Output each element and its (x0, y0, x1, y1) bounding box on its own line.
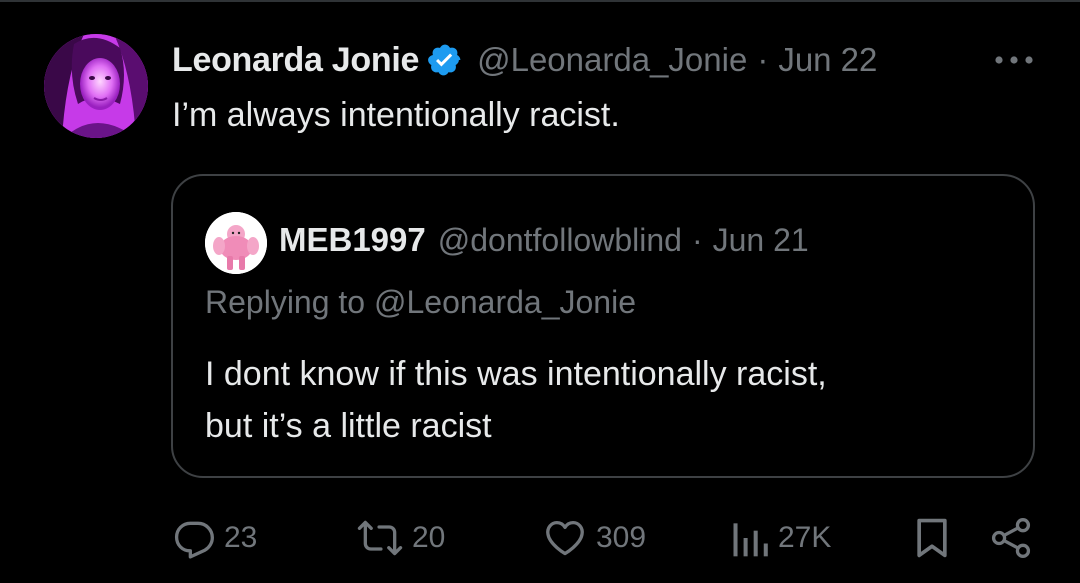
views-count: 27K (778, 521, 832, 554)
more-horizontal-icon[interactable] (992, 48, 1036, 72)
repost-button[interactable]: 20 (356, 510, 445, 566)
heart-icon (542, 516, 588, 560)
author-avatar-image (44, 34, 148, 138)
quoted-author-handle[interactable]: @dontfollowblind (438, 222, 682, 259)
tweet-text: I’m always intentionally racist. (172, 96, 620, 134)
quoted-author-avatar[interactable] (205, 212, 267, 274)
like-button[interactable]: 309 (542, 510, 646, 566)
quoted-author-avatar-image (205, 212, 267, 274)
top-divider (0, 0, 1080, 2)
reply-button[interactable]: 23 (172, 510, 257, 566)
bookmark-button[interactable] (912, 510, 952, 566)
action-bar: 23 20 309 27K (0, 510, 1080, 566)
repost-icon (356, 516, 404, 560)
bookmark-icon (912, 516, 952, 560)
share-button[interactable] (988, 510, 1034, 566)
replying-to-line: Replying to @Leonarda_Jonie (205, 284, 636, 321)
replying-to-prefix: Replying to (205, 284, 366, 320)
quoted-tweet-text: I dont know if this was intentionally ra… (205, 348, 827, 452)
share-icon (988, 516, 1034, 560)
replying-to-mention[interactable]: @Leonarda_Jonie (374, 284, 636, 320)
quoted-tweet-date[interactable]: Jun 21 (713, 222, 809, 259)
quoted-header-separator: · (691, 221, 703, 258)
verified-badge-icon[interactable] (427, 42, 463, 78)
quoted-tweet-header: MEB1997 @dontfollowblind · Jun 21 (279, 218, 809, 262)
quoted-tweet-text-line: but it’s a little racist (205, 407, 492, 445)
tweet-date[interactable]: Jun 22 (778, 41, 877, 79)
like-count: 309 (596, 521, 647, 554)
repost-count: 20 (412, 521, 446, 554)
author-handle[interactable]: @Leonarda_Jonie (477, 41, 747, 79)
quoted-author-display-name[interactable]: MEB1997 (279, 221, 426, 259)
views-bar-chart-icon (730, 516, 770, 560)
author-avatar[interactable] (44, 34, 148, 138)
reply-count: 23 (224, 521, 258, 554)
quoted-tweet-card[interactable]: MEB1997 @dontfollowblind · Jun 21 Replyi… (171, 174, 1035, 478)
views-button[interactable]: 27K (730, 510, 831, 566)
header-separator: · (757, 41, 769, 78)
tweet-header: Leonarda Jonie @Leonarda_Jonie · Jun 22 (172, 38, 877, 82)
quoted-tweet-text-line: I dont know if this was intentionally ra… (205, 355, 827, 393)
author-display-name[interactable]: Leonarda Jonie (172, 41, 419, 80)
reply-icon (172, 516, 216, 560)
